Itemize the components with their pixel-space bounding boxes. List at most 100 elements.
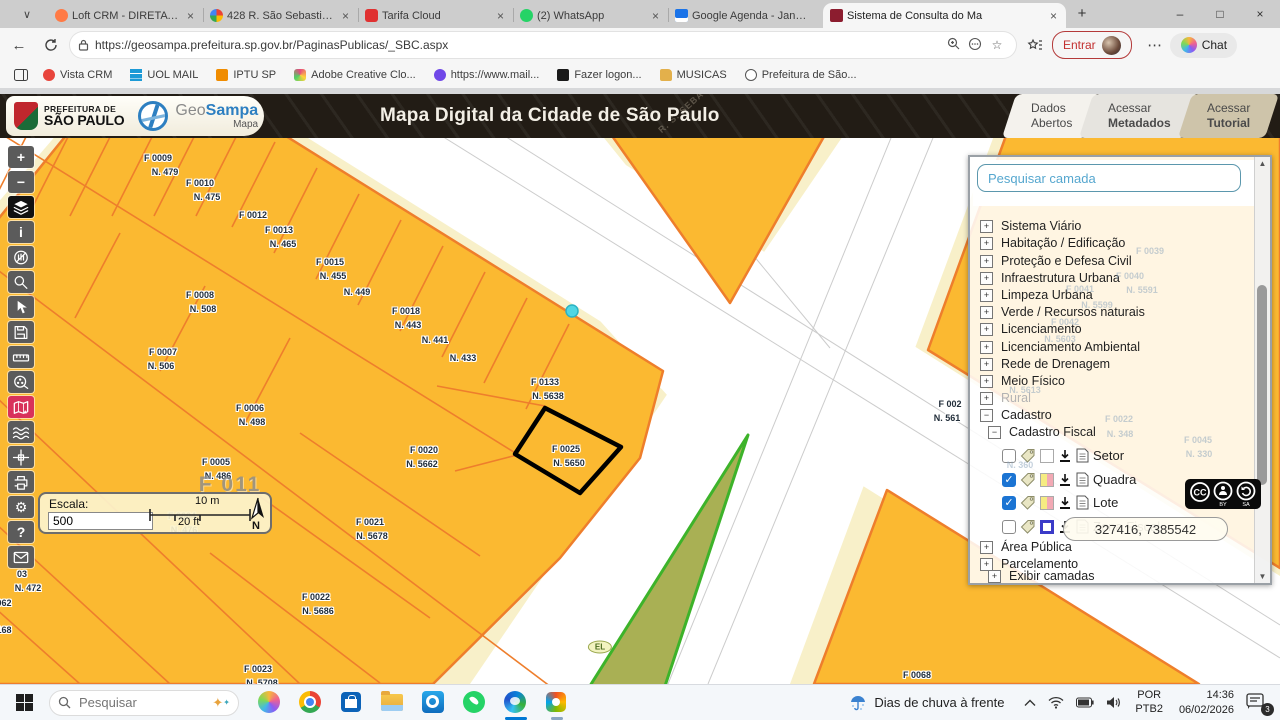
layer-group-prote-o-e-defesa-civil[interactable]: +Proteção e Defesa Civil: [980, 254, 1132, 268]
browser-tab[interactable]: Tarifa Cloud×: [358, 3, 513, 28]
download-icon[interactable]: [1058, 496, 1072, 510]
layer-group-rede-de-drenagem[interactable]: +Rede de Drenagem: [980, 357, 1110, 371]
bookmark-item[interactable]: Adobe Creative Clo...: [294, 69, 416, 81]
style-swatch-icon[interactable]: [1040, 449, 1054, 463]
download-icon[interactable]: [1058, 473, 1072, 487]
expand-toggle-icon[interactable]: +: [980, 220, 993, 233]
pan-button[interactable]: [8, 246, 34, 268]
layer-group-cadastro[interactable]: −Cadastro: [980, 408, 1052, 422]
bookmark-item[interactable]: https://www.mail...: [434, 69, 540, 81]
measure-button[interactable]: [8, 346, 34, 368]
cc-license-badge[interactable]: CC BY SA: [1185, 479, 1261, 509]
language-indicator[interactable]: POR PTB2: [1135, 689, 1163, 717]
weather-widget[interactable]: Dias de chuva à frente: [848, 693, 1004, 713]
scroll-down-icon[interactable]: ▼: [1255, 572, 1270, 581]
minimize-button[interactable]: –: [1160, 0, 1200, 28]
outlook-taskbar-icon[interactable]: [422, 691, 446, 715]
zoom-page-icon[interactable]: [942, 37, 964, 53]
clock[interactable]: 14:36 06/02/2026: [1179, 688, 1234, 717]
tag-icon[interactable]: [1020, 472, 1036, 487]
header-menu-item-tutorial[interactable]: AcessarTutorial: [1177, 94, 1279, 138]
layer-row-lote[interactable]: ✓Lote: [1002, 495, 1122, 510]
expand-toggle-icon[interactable]: +: [980, 255, 993, 268]
photos-taskbar-icon[interactable]: [545, 691, 569, 715]
tab-close-icon[interactable]: ×: [495, 9, 506, 23]
media-button[interactable]: [8, 371, 34, 393]
style-swatch-icon[interactable]: [1040, 496, 1054, 510]
zoom-out-button[interactable]: −: [8, 171, 34, 193]
bookmark-item[interactable]: Vista CRM: [43, 69, 112, 81]
map-tool-button[interactable]: [8, 396, 34, 418]
metadata-doc-icon[interactable]: [1076, 448, 1089, 463]
metadata-doc-icon[interactable]: [1076, 472, 1089, 487]
search-button[interactable]: [8, 271, 34, 293]
layer-group-sistema-vi-rio[interactable]: +Sistema Viário: [980, 219, 1081, 233]
layer-group-cadastro-fiscal[interactable]: −Cadastro Fiscal: [988, 425, 1096, 439]
copilot-taskbar-icon[interactable]: [258, 691, 282, 715]
expand-toggle-icon[interactable]: +: [980, 541, 993, 554]
browser-menu-icon[interactable]: ⋯: [1142, 32, 1168, 58]
expand-toggle-icon[interactable]: +: [980, 358, 993, 371]
expand-toggle-icon[interactable]: +: [980, 237, 993, 250]
layers-button[interactable]: [8, 196, 34, 218]
reader-options-icon[interactable]: [964, 37, 986, 54]
browser-tab[interactable]: (2) WhatsApp×: [513, 3, 668, 28]
tray-chevron-icon[interactable]: [1024, 699, 1036, 707]
sidebar-toggle-icon[interactable]: [8, 62, 34, 88]
waves-button[interactable]: [8, 421, 34, 443]
browser-tab[interactable]: Google Agenda - Janeiro de 20: [668, 3, 823, 28]
browser-tab[interactable]: 428 R. São Sebastião - Googl×: [203, 3, 358, 28]
layer-group--rea-p-blica[interactable]: +Área Pública: [980, 540, 1072, 554]
explorer-taskbar-icon[interactable]: [381, 691, 405, 715]
style-swatch-icon[interactable]: [1040, 520, 1054, 534]
chrome-taskbar-icon[interactable]: [299, 691, 323, 715]
store-taskbar-icon[interactable]: [340, 691, 364, 715]
expand-toggle-icon[interactable]: +: [980, 375, 993, 388]
layer-checkbox[interactable]: [1002, 520, 1016, 534]
settings-button[interactable]: ⚙: [8, 496, 34, 518]
close-button[interactable]: ×: [1240, 0, 1280, 28]
expand-toggle-icon[interactable]: +: [988, 570, 1001, 583]
expand-toggle-icon[interactable]: +: [980, 306, 993, 319]
maximize-button[interactable]: □: [1200, 0, 1240, 28]
start-button[interactable]: [16, 694, 33, 711]
favorites-bar-icon[interactable]: [1022, 32, 1048, 58]
layer-search-input[interactable]: [977, 164, 1241, 192]
expand-toggle-icon[interactable]: −: [980, 409, 993, 422]
layer-group-exibir-camadas[interactable]: +Exibir camadas: [988, 569, 1094, 583]
select-button[interactable]: [8, 296, 34, 318]
expand-toggle-icon[interactable]: +: [980, 272, 993, 285]
scale-input[interactable]: [48, 512, 153, 530]
favorite-star-icon[interactable]: ☆: [986, 38, 1008, 52]
expand-toggle-icon[interactable]: +: [980, 289, 993, 302]
scrollbar-thumb[interactable]: [1257, 285, 1267, 485]
tab-close-icon[interactable]: ×: [650, 9, 661, 23]
layer-group-habita-o-edifica-o[interactable]: +Habitação / Edificação: [980, 236, 1125, 250]
speaker-icon[interactable]: [1106, 696, 1121, 709]
logo-badge[interactable]: PREFEITURA DE SÃO PAULO GeoSampa Mapa: [6, 96, 264, 136]
tag-icon[interactable]: [1020, 519, 1036, 534]
refresh-button[interactable]: [38, 32, 64, 58]
save-button[interactable]: [8, 321, 34, 343]
bookmark-item[interactable]: MUSICAS: [660, 69, 727, 81]
battery-icon[interactable]: [1076, 697, 1094, 708]
url-field[interactable]: https://geosampa.prefeitura.sp.gov.br/Pa…: [70, 32, 1016, 58]
layer-checkbox[interactable]: ✓: [1002, 496, 1016, 510]
tab-close-icon[interactable]: ×: [185, 9, 196, 23]
expand-toggle-icon[interactable]: +: [980, 392, 993, 405]
expand-toggle-icon[interactable]: −: [988, 426, 1001, 439]
tab-close-icon[interactable]: ×: [1048, 9, 1059, 23]
panel-scrollbar[interactable]: ▲ ▼: [1254, 157, 1270, 583]
layer-group-infraestrutura-urbana[interactable]: +Infraestrutura Urbana: [980, 271, 1120, 285]
wifi-icon[interactable]: [1048, 696, 1064, 709]
tab-close-icon[interactable]: ×: [340, 9, 351, 23]
crosshair-button[interactable]: [8, 446, 34, 468]
expand-toggle-icon[interactable]: +: [980, 323, 993, 336]
bookmark-item[interactable]: IPTU SP: [216, 69, 276, 81]
copilot-chat-button[interactable]: Chat: [1170, 33, 1237, 58]
bookmark-item[interactable]: Fazer logon...: [557, 69, 641, 81]
browser-tab[interactable]: Loft CRM - DIRETA NEGÓCIO×: [48, 3, 203, 28]
bookmark-item[interactable]: Prefeitura de São...: [745, 69, 857, 81]
mail-button[interactable]: [8, 546, 34, 568]
scroll-up-icon[interactable]: ▲: [1255, 159, 1270, 168]
